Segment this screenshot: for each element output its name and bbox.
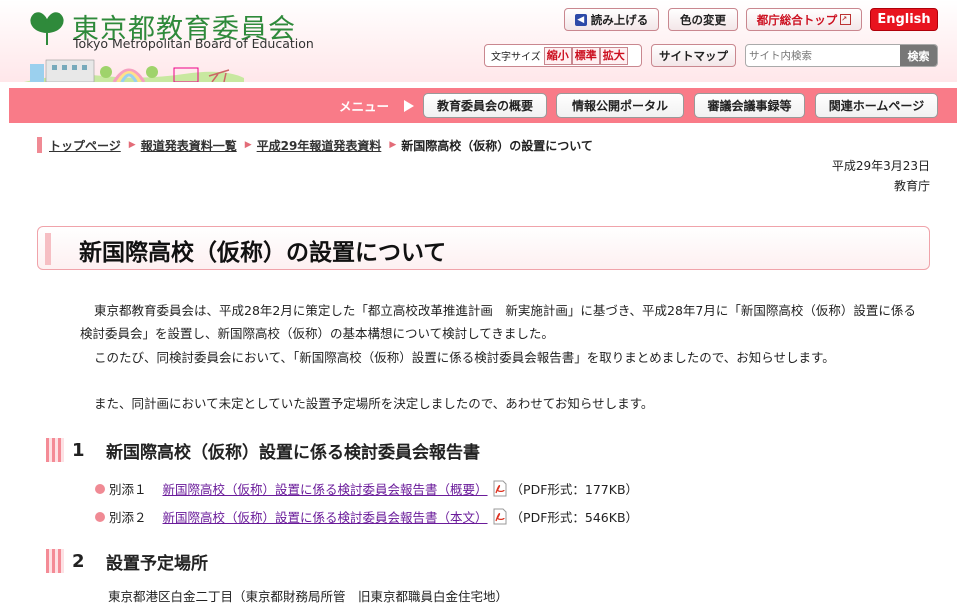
attachment-item: 別添１ 新国際高校（仮称）設置に係る検討委員会報告書（概要） （PDF形式：17… [95, 479, 638, 498]
pdf-icon [493, 508, 507, 525]
intro-paragraph-2: このたび、同検討委員会において、「新国際高校（仮称）設置に係る検討委員会報告書」… [94, 350, 835, 365]
section-title: 新国際高校（仮称）設置に係る検討委員会報告書 [106, 442, 480, 463]
nav-item-board-overview[interactable]: 教育委員会の概要 [423, 93, 547, 118]
attachment-link-summary[interactable]: 新国際高校（仮称）設置に係る検討委員会報告書（概要） [163, 479, 488, 498]
pdf-icon [493, 480, 507, 497]
breadcrumb-link-press-list[interactable]: 報道発表資料一覧 [141, 137, 237, 154]
speaker-icon: ◀ [574, 13, 587, 26]
chevron-right-icon: ▶ [128, 140, 136, 150]
nav-item-related-pages[interactable]: 関連ホームページ [815, 93, 938, 118]
external-link-icon: ↗ [840, 14, 852, 25]
attachment-label: 別添２ [109, 510, 147, 525]
bullet-icon [95, 483, 105, 494]
font-small-button[interactable]: 縮小 [543, 46, 572, 65]
section-heading-1: 1 新国際高校（仮称）設置に係る検討委員会報告書 [46, 437, 480, 463]
title-accent-bar [45, 233, 51, 265]
site-header: 東京都教育委員会 Tokyo Metropolitan Board of Edu… [0, 0, 957, 82]
ginkgo-logo-icon[interactable] [27, 12, 67, 46]
search-input[interactable] [749, 47, 899, 64]
nav-item-disclosure-portal[interactable]: 情報公開ポータル [556, 93, 684, 118]
metro-top-label: 都庁総合トップ [756, 12, 838, 27]
chevron-right-icon: ▶ [389, 140, 397, 150]
font-size-control: 文字サイズ 縮小 標準 拡大 [484, 44, 642, 67]
attachment-file-info: （PDF形式：177KB） [510, 482, 639, 497]
metro-top-link[interactable]: 都庁総合トップ ↗ [746, 8, 862, 31]
release-date: 平成29年3月23日 [831, 159, 930, 173]
nav-item-council-minutes[interactable]: 審議会議事録等 [694, 93, 805, 118]
read-aloud-label: 読み上げる [590, 12, 649, 27]
section-number: 2 [72, 550, 85, 572]
read-aloud-button[interactable]: ◀ 読み上げる [564, 8, 659, 31]
menu-arrow-icon [404, 100, 414, 112]
attachment-item: 別添２ 新国際高校（仮称）設置に係る検討委員会報告書（本文） （PDF形式：54… [95, 507, 638, 526]
heading-stripes [46, 438, 64, 462]
font-size-label: 文字サイズ [491, 52, 541, 63]
breadcrumb-link-top[interactable]: トップページ [49, 137, 121, 154]
sitemap-label: サイトマップ [659, 48, 728, 63]
breadcrumb-bar [37, 137, 42, 153]
page-title: 新国際高校（仮称）の設置について [79, 240, 447, 266]
sitemap-button[interactable]: サイトマップ [651, 44, 736, 67]
font-standard-button[interactable]: 標準 [571, 46, 600, 65]
breadcrumb-link-press-2017[interactable]: 平成29年報道発表資料 [257, 137, 382, 154]
section-title: 設置予定場所 [106, 553, 208, 574]
global-nav: メニュー 教育委員会の概要 情報公開ポータル 審議会議事録等 関連ホームページ [9, 88, 957, 123]
section-heading-2: 2 設置予定場所 [46, 548, 208, 574]
search-button[interactable]: 検索 [900, 45, 937, 66]
attachment-file-info: （PDF形式：546KB） [510, 510, 639, 525]
menu-label: メニュー [339, 99, 390, 114]
page-title-box: 新国際高校（仮称）の設置について [37, 226, 930, 270]
breadcrumb: トップページ ▶ 報道発表資料一覧 ▶ 平成29年報道発表資料 ▶ 新国際高校（… [37, 137, 593, 153]
site-logo-subtitle[interactable]: Tokyo Metropolitan Board of Education [73, 36, 314, 51]
location-text: 東京都港区白金二丁目（東京都財務局所管 旧東京都職員白金住宅地） [108, 589, 509, 604]
breadcrumb-current: 新国際高校（仮称）の設置について [401, 138, 593, 153]
heading-stripes [46, 549, 64, 573]
color-change-label: 色の変更 [680, 12, 726, 27]
bullet-icon [95, 511, 105, 522]
town-illustration [24, 59, 244, 82]
intro-paragraph-3: また、同計画において未定としていた設置予定場所を決定しましたので、あわせてお知ら… [94, 396, 654, 411]
attachment-link-full[interactable]: 新国際高校（仮称）設置に係る検討委員会報告書（本文） [163, 507, 488, 526]
chevron-right-icon: ▶ [244, 140, 252, 150]
site-search: 検索 [745, 44, 938, 67]
section-number: 1 [72, 439, 85, 461]
release-organization: 教育庁 [893, 179, 930, 193]
english-button[interactable]: English [870, 8, 938, 31]
color-change-button[interactable]: 色の変更 [668, 8, 738, 31]
attachment-label: 別添１ [109, 482, 147, 497]
font-large-button[interactable]: 拡大 [599, 46, 628, 65]
intro-paragraph-1: 東京都教育委員会は、平成28年2月に策定した「都立高校改革推進計画 新実施計画」… [80, 303, 916, 341]
